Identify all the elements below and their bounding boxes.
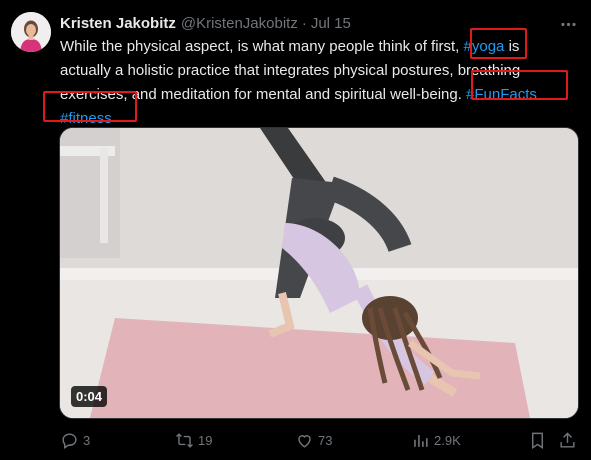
video-duration: 0:04	[71, 386, 108, 407]
views-button[interactable]: 2.9K	[411, 428, 461, 452]
tweet-text-segment: While the physical aspect, is what many …	[60, 38, 464, 55]
views-count: 2.9K	[434, 432, 461, 448]
reply-count: 3	[83, 432, 91, 448]
reply-icon	[62, 432, 77, 449]
views-icon	[414, 434, 428, 447]
video-player[interactable]: 0:04	[59, 127, 579, 419]
repost-icon	[176, 432, 193, 448]
bookmark-icon	[532, 432, 543, 449]
tweet-line-1: While the physical aspect, is what many …	[60, 35, 580, 59]
hashtag-funfacts[interactable]: #FunFacts	[466, 86, 537, 103]
share-icon	[560, 431, 575, 448]
tweet-text-segment: exercises, and meditation for mental and…	[60, 86, 467, 103]
like-count: 73	[318, 432, 333, 448]
like-button[interactable]: 73	[295, 428, 332, 452]
tweet-card[interactable]: Kristen Jakobitz @KristenJakobitz · Jul …	[0, 0, 591, 460]
hashtag-fitness[interactable]: #fitness	[60, 110, 112, 127]
reply-button[interactable]: 3	[60, 428, 90, 452]
avatar[interactable]	[11, 12, 51, 52]
separator-dot: ·	[301, 14, 307, 32]
repost-count: 19	[198, 432, 213, 448]
tweet-line-3: exercises, and meditation for mental and…	[60, 83, 580, 107]
repost-button[interactable]: 19	[175, 428, 212, 452]
video-frame-yoga-pose	[60, 128, 578, 418]
hashtag-yoga[interactable]: #yoga	[464, 38, 505, 55]
more-icon	[560, 22, 576, 26]
post-date[interactable]: Jul 15	[311, 15, 351, 32]
more-button[interactable]	[556, 12, 580, 36]
share-button[interactable]	[558, 428, 577, 452]
author-handle[interactable]: @KristenJakobitz	[181, 15, 298, 32]
bookmark-button[interactable]	[528, 428, 547, 452]
like-icon	[298, 434, 311, 448]
action-bar: 3 19 73 2.9K	[60, 428, 581, 452]
author-name[interactable]: Kristen Jakobitz	[60, 15, 176, 32]
tweet-text-segment: is	[504, 38, 520, 55]
tweet-header: Kristen Jakobitz @KristenJakobitz · Jul …	[60, 13, 351, 33]
tweet-line-2: actually a holistic practice that integr…	[60, 62, 521, 79]
tweet-text: While the physical aspect, is what many …	[60, 35, 580, 131]
